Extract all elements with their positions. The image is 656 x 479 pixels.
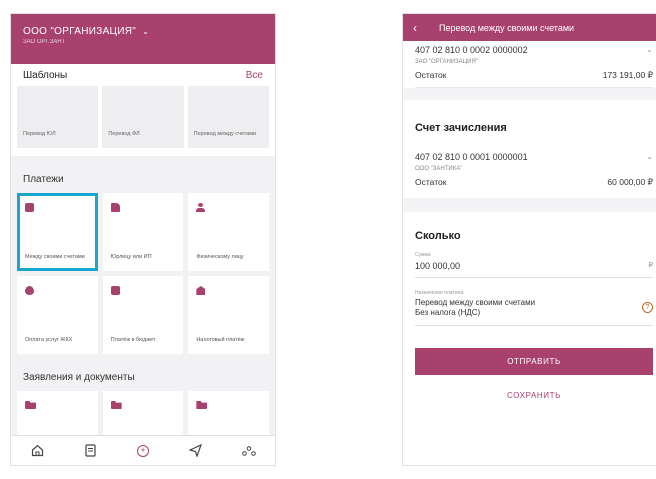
purpose-line-2: Без налога (НДС)	[415, 307, 481, 317]
currency-sign: ₽	[648, 262, 653, 269]
payment-tile-budget[interactable]: Платёж в бюджет	[102, 276, 184, 354]
to-account-number: 407 02 810 0 0001 0000001	[415, 152, 528, 162]
payment-label: Физическому лицу	[196, 253, 244, 260]
payment-label: Оплата услуг ЖКХ	[25, 336, 73, 343]
template-card[interactable]: Перевод ФЛ	[102, 86, 184, 148]
amount-input[interactable]: 100 000,00 ₽	[415, 258, 653, 278]
document-icon	[110, 203, 120, 212]
template-label: Перевод между счетами	[193, 130, 257, 137]
home-icon[interactable]	[27, 441, 47, 461]
template-card[interactable]: Перевод ЮЛ	[17, 86, 99, 148]
amount-value: 100 000,00	[415, 261, 461, 271]
purpose-line-1: Перевод между своими счетами	[415, 298, 536, 307]
document-tile[interactable]	[102, 391, 184, 439]
org-name: ООО "ОРГАНИЗАЦИЯ"	[23, 26, 137, 37]
to-balance-label: Остаток	[415, 177, 447, 187]
templates-list: Перевод ЮЛ Перевод ФЛ Перевод между счет…	[11, 86, 275, 156]
from-balance-label: Остаток	[415, 70, 447, 80]
section-divider	[403, 198, 656, 212]
folder-icon	[110, 401, 122, 409]
templates-header: Шаблоны Все	[11, 64, 275, 86]
from-account[interactable]: 407 02 810 0 0002 0000002 ⌄ ЗАО "ОРГАНИЗА…	[415, 41, 653, 88]
org-header[interactable]: ООО "ОРГАНИЗАЦИЯ" ⌄ ЗАО ОРГ.ЗАНТ	[11, 14, 275, 64]
chevron-down-icon[interactable]: ⌄	[646, 45, 653, 55]
person-icon	[196, 203, 206, 212]
chevron-down-icon[interactable]: ⌄	[142, 27, 149, 36]
screen-title: Перевод между своими счетами	[439, 22, 575, 33]
to-account-owner: ООО "ЗАНТИКА"	[415, 166, 463, 172]
drop-icon	[25, 286, 34, 295]
payment-tile-legal-entity[interactable]: Юрлицу или ИП	[102, 193, 184, 271]
back-icon[interactable]: ‹	[413, 21, 417, 35]
transfer-form: 407 02 810 0 0002 0000002 ⌄ ЗАО "ОРГАНИЗА…	[403, 41, 656, 400]
from-account-number: 407 02 810 0 0002 0000002	[415, 45, 528, 55]
help-icon[interactable]: ?	[642, 302, 653, 314]
transfer-header: ‹ Перевод между своими счетами	[403, 14, 656, 41]
send-icon[interactable]	[186, 441, 206, 461]
payments-title: Платежи	[23, 174, 64, 185]
from-account-owner: ЗАО "ОРГАНИЗАЦИЯ"	[415, 59, 478, 65]
amount-section-title: Сколько	[415, 230, 461, 242]
document-tile[interactable]	[188, 391, 269, 439]
documents-grid	[11, 391, 275, 439]
documents-title: Заявления и документы	[23, 372, 135, 383]
template-label: Перевод ЮЛ	[23, 130, 56, 137]
from-balance-value: 173 191,00 ₽	[602, 70, 653, 80]
home-screen: ООО "ОРГАНИЗАЦИЯ" ⌄ ЗАО ОРГ.ЗАНТ Шаблоны …	[10, 13, 276, 466]
send-button[interactable]: ОТПРАВИТЬ	[415, 348, 653, 376]
document-tile[interactable]	[17, 391, 98, 439]
payment-label: Платёж в бюджет	[110, 336, 156, 343]
add-icon[interactable]: +	[133, 441, 153, 461]
save-button[interactable]: СОХРАНИТЬ	[415, 391, 653, 400]
payment-label: Юрлицу или ИП	[110, 253, 152, 260]
chevron-down-icon[interactable]: ⌄	[646, 152, 653, 162]
org-subtitle: ЗАО ОРГ.ЗАНТ	[23, 39, 66, 45]
document-icon[interactable]	[80, 441, 100, 461]
folder-icon	[25, 401, 36, 409]
payment-tile-own-accounts[interactable]: Между своими счетами	[17, 193, 98, 271]
tab-bar: +	[11, 435, 275, 465]
template-card[interactable]: Перевод между счетами	[187, 86, 269, 148]
templates-title: Шаблоны	[23, 69, 68, 81]
template-label: Перевод ФЛ	[108, 130, 140, 137]
transfer-screen: ‹ Перевод между своими счетами 407 02 81…	[402, 13, 656, 466]
briefcase-icon	[110, 286, 120, 295]
to-section-title: Счет зачисления	[415, 122, 507, 134]
transfer-icon	[25, 203, 34, 212]
section-divider	[403, 88, 656, 100]
payments-grid: Между своими счетами Юрлицу или ИП Физич…	[11, 193, 275, 354]
to-account[interactable]: 407 02 810 0 0001 0000001 ⌄ ООО "ЗАНТИКА"…	[415, 152, 653, 194]
to-balance-value: 60 000,00 ₽	[607, 177, 653, 187]
payment-tile-individual[interactable]: Физическому лицу	[188, 193, 269, 271]
more-icon[interactable]	[239, 441, 259, 461]
payment-tile-tax[interactable]: Налоговый платёж	[188, 276, 269, 354]
payment-tile-utilities[interactable]: Оплата услуг ЖКХ	[17, 276, 98, 354]
purpose-input[interactable]: Перевод между своими счетами Без налога (…	[415, 296, 653, 327]
templates-all-link[interactable]: Все	[246, 70, 263, 81]
payment-label: Налоговый платёж	[196, 336, 245, 343]
bank-icon	[196, 286, 206, 295]
folder-icon	[196, 401, 208, 409]
payment-label: Между своими счетами	[25, 253, 85, 260]
